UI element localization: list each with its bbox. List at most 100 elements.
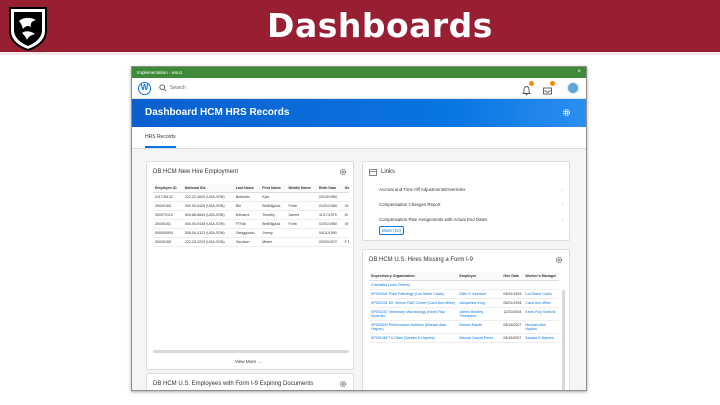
table-cell[interactable]: Lori Marie Carris — [523, 289, 559, 299]
gear-icon[interactable] — [339, 380, 347, 388]
table-row[interactable]: SP002231 Mt. Vernon R&E Center (Carol An… — [369, 298, 559, 308]
title-bar: Dashboards — [0, 0, 720, 55]
links-card: Links Accrual and Time Off Adjustments/O… — [362, 161, 570, 241]
gear-icon[interactable] — [339, 168, 347, 176]
search-icon — [159, 84, 167, 92]
table-cell[interactable] — [523, 280, 559, 290]
search-input[interactable]: Search — [159, 83, 309, 94]
column-header[interactable]: Birth Date — [317, 184, 343, 193]
table-row[interactable]: 30000165 222-23-2220 (USA-SSN) Garrison Mis… — [153, 237, 349, 247]
table-row[interactable]: 000000954 545-54-4123 (USA-SSN) Ganggoodo J… — [153, 228, 349, 238]
gear-icon[interactable] — [555, 256, 563, 264]
new-hire-table-wrapper: Employee ID National IDs Last Name First Na… — [153, 184, 349, 350]
table-cell[interactable]: Manuel Garcia Perez — [457, 333, 502, 343]
table-cell: 08/16/2007 — [501, 333, 524, 343]
link-item[interactable]: Compensation Plan Assignments with Actua… — [379, 212, 563, 227]
table-cell: 03/14/1980 — [317, 192, 343, 202]
column-header[interactable]: Employee ID — [153, 184, 183, 193]
slide-title: Dashboards — [267, 6, 493, 45]
table-row[interactable]: SP003541 Plant Pathology (Lori Marie Car… — [369, 289, 559, 299]
column-header[interactable]: National IDs — [182, 184, 234, 193]
table-cell: 300079119 — [153, 210, 183, 220]
table-cell: 222-22-4000 (USA-SSN) — [182, 192, 234, 202]
column-header[interactable]: Last Name — [233, 184, 261, 193]
table-cell[interactable]: SP002257 Veterinary Microbiology (Kevin … — [369, 307, 458, 321]
table-cell: Ganggoodo — [233, 228, 261, 238]
expiring-title: DB HCM U.S. Employees with Form I-9 Expi… — [153, 381, 314, 387]
table-cell[interactable]: SP001489 Tri-Cities (Sandra D Haynes) — [369, 333, 458, 343]
table-cell: 30000163 — [153, 201, 183, 211]
table-row[interactable]: SP002604 Performance Nutrition (Michael … — [369, 320, 559, 334]
slide: Dashboards Implementation - wsu1 × W Sea… — [0, 0, 720, 405]
tab-hrs-records[interactable]: HRS Records — [145, 134, 176, 148]
links-list: Accrual and Time Off Adjustments/Overrid… — [379, 182, 563, 227]
table-cell: 01/01/1980 — [317, 201, 343, 211]
column-header[interactable]: Gend — [342, 184, 349, 193]
table-cell[interactable]: Kevin Roy Snekvik — [523, 307, 559, 321]
table-cell[interactable]: Chemistry (John Peters) — [369, 280, 458, 290]
search-placeholder: Search — [170, 85, 186, 91]
table-cell: F M — [342, 237, 349, 247]
table-cell: 04/11/1990 — [317, 228, 343, 238]
table-cell[interactable]: Carol Ann Miles — [523, 298, 559, 308]
link-item-label[interactable]: Compensation Plan Assignments with Actua… — [379, 217, 487, 222]
inbox-icon[interactable] — [542, 81, 555, 95]
column-header[interactable]: Employee — [457, 272, 502, 281]
table-row[interactable]: SP001489 Tri-Cities (Sandra D Haynes) Man… — [369, 333, 559, 343]
table-cell[interactable]: SP002231 Mt. Vernon R&E Center (Carol An… — [369, 298, 458, 308]
tab-bar: HRS Records — [132, 127, 586, 149]
table-row[interactable]: 30000163 000-00-0426 (USA-SSN) Bill BetElli… — [153, 201, 349, 211]
table-cell — [286, 228, 317, 238]
dashboard-header: Dashboard HCM HRS Records — [132, 99, 586, 127]
table-cell — [342, 228, 349, 238]
table-row[interactable]: Chemistry (John Peters) — [369, 280, 559, 290]
table-cell[interactable]: Balram Pande — [457, 320, 502, 334]
new-hire-card: DB HCM New Hire Employment Employee ID Na… — [146, 161, 354, 370]
table-cell[interactable]: Sandra D Haynes — [523, 333, 559, 343]
links-icon — [369, 169, 377, 176]
vertical-scrollbar[interactable] — [562, 290, 565, 390]
column-header[interactable]: Middle Name — [286, 184, 317, 193]
column-header[interactable]: Supervisory Organization — [369, 272, 458, 281]
table-cell: 06/18/2007 — [501, 320, 524, 334]
table-cell: Mister — [260, 237, 287, 247]
table-cell[interactable]: Michael Alan Hayton — [523, 320, 559, 334]
gear-icon[interactable] — [562, 108, 571, 117]
link-item-label[interactable]: Compensation Changes Report — [379, 202, 441, 207]
notifications-bell-icon[interactable] — [521, 81, 534, 96]
column-header[interactable]: Worker's Manager — [523, 272, 559, 281]
new-hire-title: DB HCM New Hire Employment — [153, 169, 239, 175]
column-header[interactable]: First Name — [260, 184, 287, 193]
link-item[interactable]: Accrual and Time Off Adjustments/Overrid… — [379, 182, 563, 197]
table-cell[interactable]: James Bradley Thompson — [457, 307, 502, 321]
i9-missing-title: DB HCM U.S. Hires Missing a Form I-9 — [369, 257, 474, 263]
table-cell: 01/01/1980 — [317, 219, 343, 229]
chevron-right-icon: › — [561, 217, 563, 222]
table-cell[interactable]: SP002604 Performance Nutrition (Michael … — [369, 320, 458, 334]
table-row[interactable]: 30000161 000-00-0438 (USA-SSN) FTFail BetEl… — [153, 219, 349, 229]
link-item[interactable]: Compensation Changes Report › — [379, 197, 563, 212]
table-cell[interactable]: Jacqueline King — [457, 298, 502, 308]
horizontal-scrollbar[interactable] — [153, 350, 349, 353]
notification-badge — [529, 81, 534, 86]
title-divider — [0, 52, 720, 55]
table-cell — [286, 237, 317, 247]
workday-topbar: W Search — [132, 78, 586, 99]
link-item-label[interactable]: Accrual and Time Off Adjustments/Overrid… — [379, 187, 465, 192]
table-cell[interactable] — [457, 280, 502, 290]
table-cell: 000-00-0426 (USA-SSN) — [182, 201, 234, 211]
view-more-link[interactable]: View More ... — [235, 359, 261, 364]
table-cell: Timothy — [260, 210, 287, 220]
table-row[interactable]: 300079119 509-86-6844 (USA-SSN) Demarol Tim… — [153, 210, 349, 220]
workday-logo[interactable]: W — [138, 82, 151, 95]
close-icon[interactable]: × — [577, 69, 581, 75]
table-cell: 545-54-4123 (USA-SSN) — [182, 228, 234, 238]
table-cell[interactable]: Ellen S Johnston — [457, 289, 502, 299]
user-avatar[interactable] — [567, 82, 579, 94]
table-cell: Garrison — [233, 237, 261, 247]
column-header[interactable]: Hire Date — [501, 272, 524, 281]
table-cell[interactable]: SP003541 Plant Pathology (Lori Marie Car… — [369, 289, 458, 299]
more-links-button[interactable]: More (10) — [379, 226, 405, 235]
table-row[interactable]: SP002257 Veterinary Microbiology (Kevin … — [369, 307, 559, 321]
table-row[interactable]: 011745132 222-22-4000 (USA-SSN) Borboski Ky… — [153, 192, 349, 202]
